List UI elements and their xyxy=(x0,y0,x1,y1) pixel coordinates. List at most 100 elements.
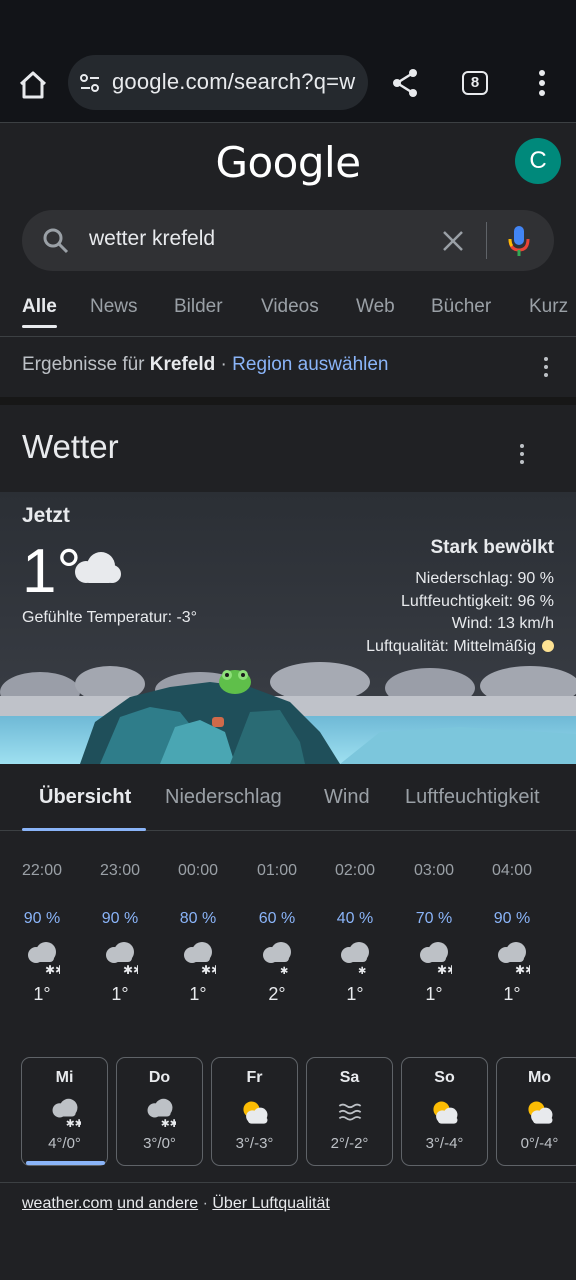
day-name: Fr xyxy=(246,1069,263,1086)
svg-text:✱✱: ✱✱ xyxy=(437,963,452,976)
snow-cloud-icon: ✱✱ xyxy=(28,942,65,977)
hour-time: 00:00 xyxy=(177,862,219,879)
hour-precip: 80 % xyxy=(179,910,217,927)
hour-precip: 70 % xyxy=(415,910,453,927)
tab-videos[interactable]: Videos xyxy=(261,296,319,318)
hour-temp: 1° xyxy=(503,984,521,1004)
region-prefix: Ergebnisse für xyxy=(22,354,145,375)
search-filter-tabs: Alle News Bilder Videos Web Bücher Kurz xyxy=(0,290,576,337)
day-name: Mo xyxy=(527,1069,552,1086)
snow-cloud-icon: ✱✱ xyxy=(420,942,457,977)
microphone-icon[interactable] xyxy=(506,224,532,258)
hour-precip: 60 % xyxy=(258,910,296,927)
search-icon xyxy=(43,228,69,254)
svg-text:✱✱: ✱✱ xyxy=(201,963,216,976)
hour-precip: 90 % xyxy=(23,910,61,927)
others-link[interactable]: und andere xyxy=(117,1195,198,1212)
day-card-selected[interactable]: Mi ✱✱ 4°/0° xyxy=(21,1057,108,1166)
hour-precip: 40 % xyxy=(336,910,374,927)
search-divider xyxy=(486,222,487,259)
tab-niederschlag[interactable]: Niederschlag xyxy=(165,786,282,809)
feels-like: Gefühlte Temperatur: -3° xyxy=(22,609,198,626)
snow-cloud-icon: ✱✱ xyxy=(184,942,221,977)
share-icon[interactable] xyxy=(388,66,422,100)
partly-sunny-icon xyxy=(527,1101,552,1124)
hour-time: 01:00 xyxy=(256,862,298,879)
svg-text:✱: ✱ xyxy=(280,966,288,976)
day-card[interactable]: Do ✱✱ 3°/0° xyxy=(116,1057,203,1166)
weather-com-link[interactable]: weather.com xyxy=(22,1195,113,1212)
air-quality-link[interactable]: Über Luftqualität xyxy=(212,1195,329,1212)
hour-precip: 90 % xyxy=(101,910,139,927)
hour-column: 03:00 70 % ✱✱ 1° xyxy=(404,862,464,1005)
svg-text:✱: ✱ xyxy=(358,966,366,976)
hour-temp: 2° xyxy=(268,984,286,1004)
air-quality: Luftqualität: Mittelmäßig xyxy=(366,637,536,655)
weather-title: Wetter xyxy=(22,428,119,465)
region-place: Krefeld xyxy=(149,354,216,375)
humidity: Luftfeuchtigkeit: 96 % xyxy=(401,592,554,610)
site-settings-icon[interactable] xyxy=(78,71,102,95)
hour-column: 22:00 90 % ✱✱ 1° xyxy=(12,862,72,1005)
tab-luftfeuchtigkeit[interactable]: Luftfeuchtigkeit xyxy=(405,786,540,809)
hour-column: 02:00 40 % ✱ 1° xyxy=(325,862,385,1005)
hour-precip: 90 % xyxy=(493,910,531,927)
tab-switcher-button[interactable]: 8 xyxy=(462,71,488,95)
hour-column: 04:00 90 % ✱✱ 1° xyxy=(482,862,542,1005)
region-more-icon[interactable] xyxy=(543,357,549,379)
home-icon[interactable] xyxy=(16,68,50,102)
svg-text:✱✱: ✱✱ xyxy=(123,963,138,976)
section-divider xyxy=(0,397,576,405)
snow-cloud-icon: ✱✱ xyxy=(147,1098,178,1130)
source-separator: · xyxy=(202,1195,208,1212)
snow-cloud-icon: ✱✱ xyxy=(106,942,143,977)
svg-text:✱✱: ✱✱ xyxy=(65,1117,80,1129)
day-card[interactable]: Mo 0°/-4° xyxy=(496,1057,576,1166)
day-card[interactable]: Fr 3°/-3° xyxy=(211,1057,298,1166)
svg-text:✱✱: ✱✱ xyxy=(45,963,60,976)
hour-time: 02:00 xyxy=(334,862,376,879)
weather-more-icon[interactable] xyxy=(519,444,525,466)
day-range: 3°/0° xyxy=(143,1135,176,1152)
hour-temp: 1° xyxy=(33,984,51,1004)
clear-icon[interactable] xyxy=(440,228,466,254)
svg-text:✱✱: ✱✱ xyxy=(160,1117,175,1129)
weather-current-panel: Jetzt 1° Gefühlte Temperatur: -3° Stark … xyxy=(0,492,576,764)
weather-source: weather.com und andere · Über Luftqualit… xyxy=(0,1182,576,1213)
day-range: 3°/-4° xyxy=(425,1135,464,1152)
hour-time: 22:00 xyxy=(21,862,63,879)
day-card[interactable]: So 3°/-4° xyxy=(401,1057,488,1166)
tab-buecher[interactable]: Bücher xyxy=(431,296,491,318)
tab-web[interactable]: Web xyxy=(356,296,395,318)
tab-uebersicht[interactable]: Übersicht xyxy=(39,786,131,809)
google-logo[interactable]: Google xyxy=(0,138,576,187)
air-quality-dot xyxy=(542,639,554,652)
condition: Stark bewölkt xyxy=(430,537,554,558)
avatar[interactable]: C xyxy=(515,138,561,184)
day-range: 2°/-2° xyxy=(330,1135,369,1152)
region-select-link[interactable]: Region auswählen xyxy=(232,354,388,375)
tab-kurz[interactable]: Kurz xyxy=(529,296,568,318)
tab-wind[interactable]: Wind xyxy=(324,786,370,809)
fog-icon xyxy=(338,1103,361,1121)
tab-bilder[interactable]: Bilder xyxy=(174,296,223,318)
svg-text:✱✱: ✱✱ xyxy=(515,963,530,976)
browser-toolbar: google.com/search?q=w 8 xyxy=(0,44,576,123)
tab-news[interactable]: News xyxy=(90,296,138,318)
weather-tabs: Übersicht Niederschlag Wind Luftfeuchtig… xyxy=(0,764,576,831)
search-box[interactable]: wetter krefeld xyxy=(22,210,554,271)
search-input[interactable]: wetter krefeld xyxy=(89,227,215,251)
daily-forecast: Mi ✱✱ 4°/0° Do ✱✱ 3°/0° Fr 3°/-3° Sa 2°/… xyxy=(0,1057,576,1167)
address-bar[interactable]: google.com/search?q=w xyxy=(68,55,368,110)
partly-sunny-icon xyxy=(242,1101,267,1124)
hour-column: 23:00 90 % ✱✱ 1° xyxy=(90,862,150,1005)
url-text: google.com/search?q=w xyxy=(112,69,356,94)
day-card[interactable]: Sa 2°/-2° xyxy=(306,1057,393,1166)
browser-menu-icon[interactable] xyxy=(530,66,554,100)
now-label: Jetzt xyxy=(22,504,70,527)
day-name: Sa xyxy=(339,1069,360,1086)
hour-time: 03:00 xyxy=(413,862,455,879)
day-name: So xyxy=(434,1069,455,1086)
hour-temp: 1° xyxy=(189,984,207,1004)
tab-alle[interactable]: Alle xyxy=(22,296,57,318)
